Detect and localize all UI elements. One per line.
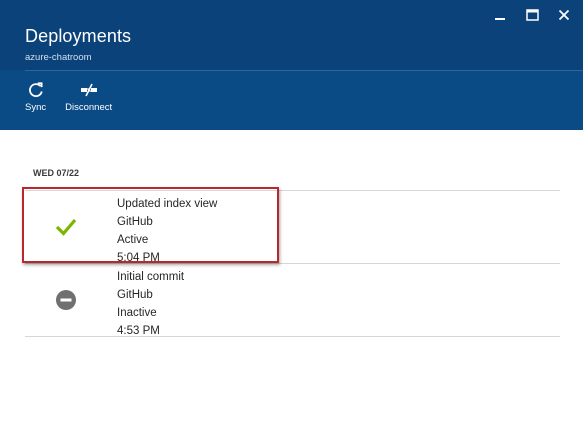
deployment-source: GitHub xyxy=(117,216,153,228)
disconnect-button[interactable]: Disconnect xyxy=(65,80,112,113)
deployment-status: Inactive xyxy=(117,307,157,319)
page-subtitle: azure-chatroom xyxy=(25,52,92,63)
deployment-message: Updated index view xyxy=(117,198,218,210)
header-divider xyxy=(25,70,583,71)
page-title: Deployments xyxy=(25,26,132,46)
inactive-icon xyxy=(55,289,77,311)
deployment-details: Initial commit GitHub Inactive 4:53 PM xyxy=(117,268,184,340)
sync-label: Sync xyxy=(25,102,47,113)
toolbar: Sync Disconnect xyxy=(25,80,112,113)
deployment-status: Active xyxy=(117,234,149,246)
maximize-icon[interactable] xyxy=(521,6,543,24)
date-group-header: WED 07/22 xyxy=(33,168,80,178)
deployment-time: 4:53 PM xyxy=(117,325,160,337)
sync-icon xyxy=(26,80,46,100)
close-icon[interactable] xyxy=(553,6,575,24)
deployment-message: Initial commit xyxy=(117,271,185,283)
disconnect-label: Disconnect xyxy=(65,102,113,113)
checkmark-icon xyxy=(55,216,77,238)
deployment-row-inactive[interactable]: Initial commit GitHub Inactive 4:53 PM xyxy=(25,264,560,337)
blade-header: Deployments azure-chatroom Sync Disconne… xyxy=(0,0,583,130)
deployment-source: GitHub xyxy=(117,289,153,301)
deployment-row-active[interactable]: Updated index view GitHub Active 5:04 PM xyxy=(25,191,560,264)
minimize-icon[interactable] xyxy=(489,6,511,24)
disconnect-icon xyxy=(79,80,99,100)
window-controls xyxy=(489,6,575,24)
deployment-details: Updated index view GitHub Active 5:04 PM xyxy=(117,195,217,267)
sync-button[interactable]: Sync xyxy=(25,80,46,113)
divider xyxy=(25,336,560,337)
